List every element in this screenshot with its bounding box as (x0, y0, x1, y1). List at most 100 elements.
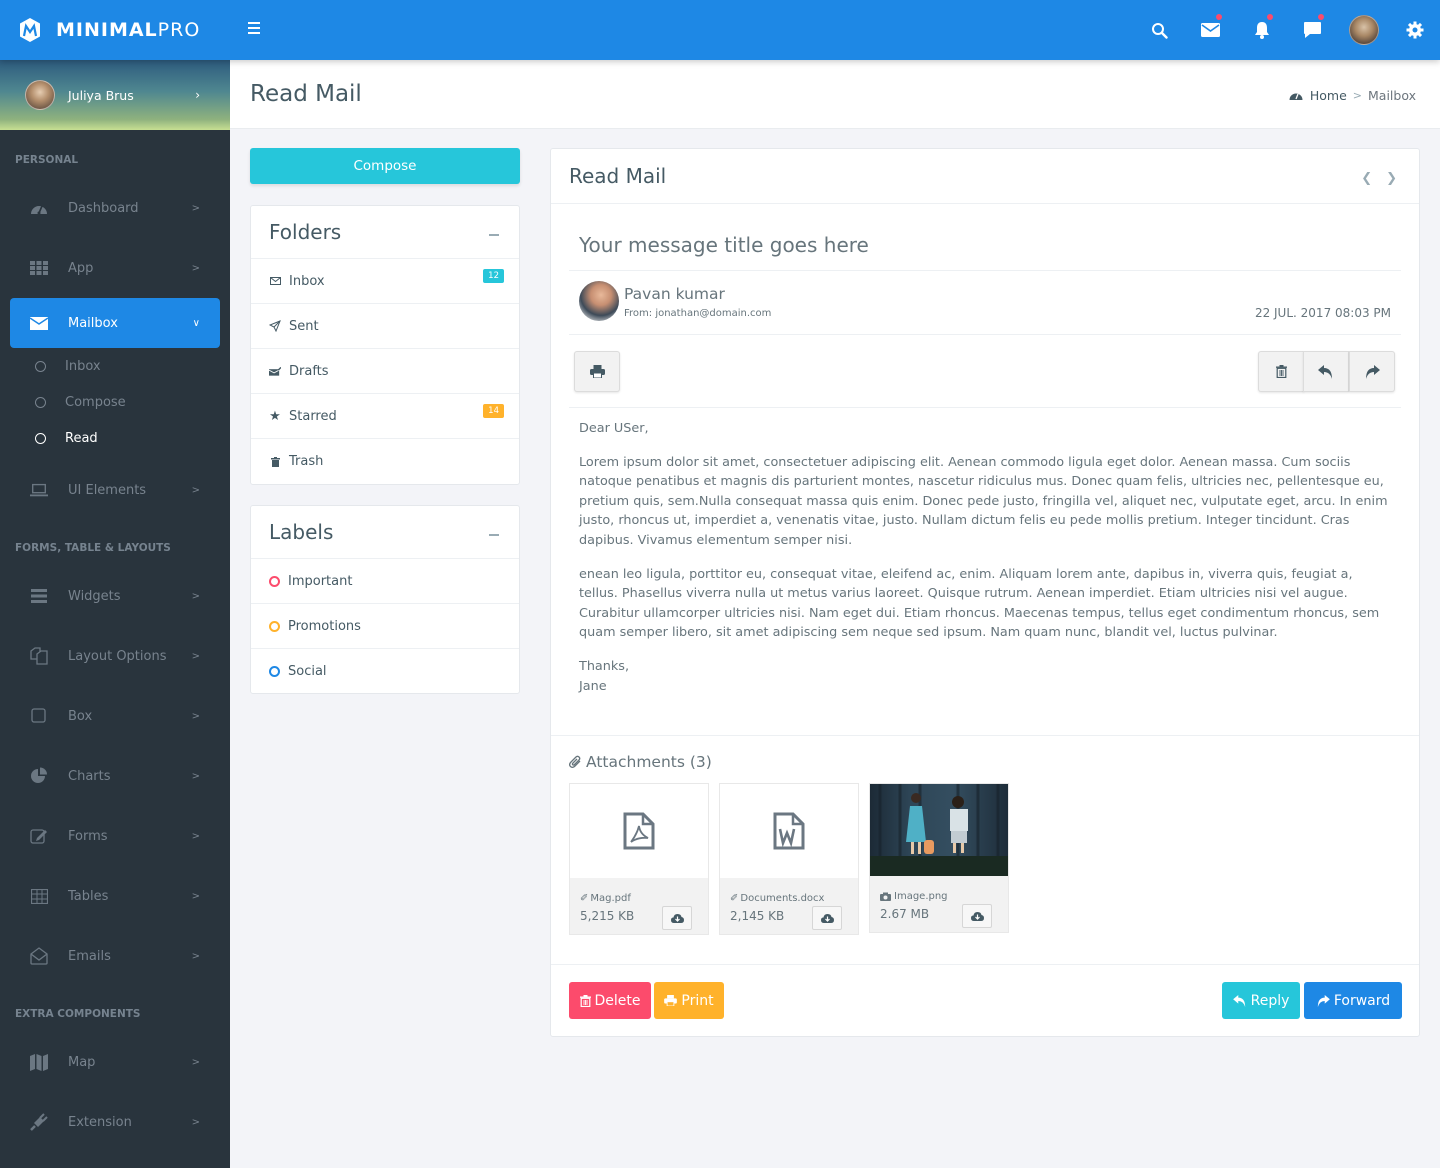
sidebar-subitem-read[interactable]: Read (0, 420, 230, 456)
sender-email: From: jonathan@domain.com (624, 308, 772, 319)
folders-header: Folders (251, 206, 519, 259)
chat-button[interactable] (1287, 0, 1338, 60)
delete-button-label: Delete (594, 992, 641, 1009)
sidebar-item-emails[interactable]: Emails > (0, 926, 230, 986)
folders-title: Folders (269, 220, 342, 244)
mail-paragraph: Lorem ipsum dolor sit amet, consectetuer… (579, 454, 1388, 548)
sidebar-item-layout-options[interactable]: Layout Options > (0, 626, 230, 686)
chevron-right-icon: > (191, 950, 200, 962)
sidebar-item-ui-elements[interactable]: UI Elements > (0, 460, 230, 520)
download-button[interactable] (812, 906, 842, 930)
sidebar-item-label: Layout Options (68, 648, 167, 664)
label-text: Social (288, 664, 327, 679)
attachment-card[interactable]: ✐ Mag.pdf 5,215 KB (569, 783, 709, 935)
chevron-right-icon[interactable]: › (195, 88, 200, 102)
breadcrumb: Home > Mailbox (1289, 88, 1416, 103)
attachment-name: ✐ Documents.docx (730, 893, 824, 904)
label-social[interactable]: Social (251, 649, 519, 694)
sidebar-item-label: Tables (68, 888, 109, 904)
sidebar-item-charts[interactable]: Charts > (0, 746, 230, 806)
folder-trash[interactable]: Trash (251, 439, 519, 484)
attachment-name-text: Mag.pdf (590, 893, 631, 904)
search-button[interactable] (1134, 0, 1185, 60)
sidebar-item-widgets[interactable]: Widgets > (0, 566, 230, 626)
notifications-button[interactable] (1236, 0, 1287, 60)
menu-toggle-icon[interactable] (248, 22, 262, 36)
sidebar-item-label: Charts (68, 768, 111, 784)
star-icon: ★ (269, 408, 281, 424)
bell-icon (1254, 22, 1269, 39)
sidebar-subitem-compose[interactable]: Compose (0, 384, 230, 420)
collapse-icon[interactable] (489, 234, 499, 236)
print-bottom-button[interactable]: Print (654, 982, 724, 1019)
folder-starred[interactable]: ★ Starred 14 (251, 394, 519, 439)
forward-icon (1317, 994, 1330, 1007)
delete-button[interactable]: Delete (569, 982, 651, 1019)
folder-drafts[interactable]: Drafts (251, 349, 519, 394)
envelope-icon (269, 277, 281, 285)
sidebar-item-tables[interactable]: Tables > (0, 866, 230, 926)
trash-icon (269, 456, 281, 467)
sidebar-item-map[interactable]: Map > (0, 1032, 230, 1092)
circle-icon (35, 360, 46, 372)
sidebar-item-box[interactable]: Box > (0, 686, 230, 746)
labels-header: Labels (251, 506, 519, 559)
chevron-right-icon: > (191, 262, 200, 274)
download-button[interactable] (962, 904, 992, 928)
sidebar-item-forms[interactable]: Forms > (0, 806, 230, 866)
sidebar-subitem-inbox[interactable]: Inbox (0, 348, 230, 384)
download-button[interactable] (662, 906, 692, 930)
attachment-name-text: Image.png (894, 891, 948, 902)
previous-mail-icon[interactable]: ❮ (1361, 171, 1372, 186)
unread-count-badge: 12 (483, 269, 504, 283)
trash-icon (1275, 365, 1287, 378)
forward-button[interactable]: Forward (1304, 982, 1402, 1019)
collapse-icon[interactable] (489, 534, 499, 536)
delete-toolbar-button[interactable] (1258, 351, 1304, 392)
forward-toolbar-button[interactable] (1349, 351, 1395, 392)
messages-button[interactable] (1185, 0, 1236, 60)
attachment-card[interactable]: ✐ Documents.docx 2,145 KB (719, 783, 859, 935)
sidebar-item-dashboard[interactable]: Dashboard > (0, 178, 230, 238)
page-title: Read Mail (250, 81, 362, 107)
read-mail-title: Read Mail (569, 164, 667, 188)
attachments-title-text: Attachments (3) (586, 753, 712, 771)
breadcrumb-home[interactable]: Home (1310, 88, 1347, 103)
folder-inbox[interactable]: Inbox 12 (251, 259, 519, 304)
settings-button[interactable] (1389, 0, 1440, 60)
breadcrumb-current: Mailbox (1368, 88, 1416, 103)
user-panel[interactable]: Juliya Brus › (0, 60, 230, 130)
brand[interactable]: MINIMALPRO (0, 0, 230, 60)
page-header: Read Mail Home > Mailbox (230, 60, 1440, 129)
compose-button[interactable]: Compose (250, 148, 520, 184)
attachments-title: Attachments (3) (569, 753, 712, 771)
subitem-label: Inbox (65, 358, 101, 374)
gear-icon (1406, 21, 1423, 39)
folder-sent[interactable]: Sent (251, 304, 519, 349)
folder-label: Inbox (289, 273, 325, 289)
chevron-right-icon: > (191, 484, 200, 496)
label-important[interactable]: Important (251, 559, 519, 604)
sidebar-item-extension[interactable]: Extension > (0, 1092, 230, 1152)
sidebar: Juliya Brus › PERSONAL Dashboard > App > M… (0, 60, 230, 1168)
copy-icon (30, 647, 48, 665)
sidebar-item-app[interactable]: App > (0, 238, 230, 298)
folder-label: Trash (289, 454, 324, 469)
profile-button[interactable] (1338, 0, 1389, 60)
reply-button[interactable]: Reply (1222, 982, 1300, 1019)
brand-logo-icon (20, 18, 40, 42)
chat-icon (1304, 22, 1321, 38)
square-icon (30, 707, 48, 725)
chevron-right-icon: > (191, 1116, 200, 1128)
sidebar-item-mailbox[interactable]: Mailbox ∨ (10, 298, 220, 348)
reply-toolbar-button[interactable] (1303, 351, 1349, 392)
forward-icon (1366, 364, 1380, 379)
print-button[interactable] (574, 351, 620, 392)
notification-dot (1267, 14, 1273, 20)
next-mail-icon[interactable]: ❯ (1386, 171, 1397, 186)
subitem-label: Read (65, 430, 98, 446)
map-icon (30, 1053, 48, 1071)
label-promotions[interactable]: Promotions (251, 604, 519, 649)
camera-icon (880, 892, 891, 901)
attachment-card[interactable]: Image.png 2.67 MB (869, 783, 1009, 933)
